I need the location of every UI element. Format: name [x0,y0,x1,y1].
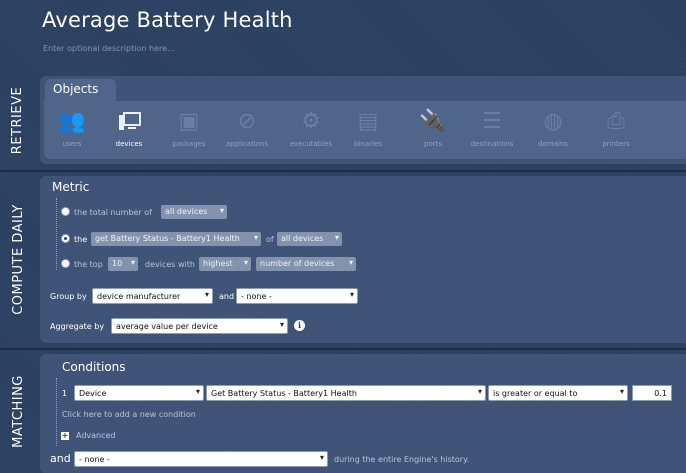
object-binaries[interactable]: ▤ binaries [341,108,395,156]
and-dropdown[interactable]: - none - [74,451,328,467]
metric-guide-line [56,198,57,270]
group-by-label: Group by [50,292,87,301]
metric-devices-with-label: devices with [145,260,195,269]
metric-top-label: the top [74,260,103,269]
group-by-dropdown[interactable]: device manufacturer [92,288,213,304]
object-label: domains [538,140,568,148]
ports-icon: 🔌 [419,109,447,134]
advanced-toggle-icon[interactable]: + [61,432,69,440]
object-applications[interactable]: ⊘ applications [220,108,274,156]
condition-value-input[interactable]: 0.1 [632,385,672,401]
section-label-retrieve: RETRIEVE [0,72,36,168]
section-label-compute: COMPUTE DAILY [0,172,36,346]
advanced-toggle-label[interactable]: Advanced [76,431,116,440]
field-scope-dropdown[interactable]: all devices [277,232,342,246]
metric-radio-total[interactable] [61,207,70,216]
object-domains[interactable]: ◍ domains [526,108,580,156]
applications-icon: ⊘ [237,109,257,134]
condition-operator-dropdown[interactable]: is greater or equal to [488,385,628,401]
metric-field-dropdown[interactable]: get Battery Status - Battery1 Health [91,232,261,246]
divider [0,348,686,350]
object-label: users [62,140,82,148]
object-label: ports [424,140,442,148]
object-label: binaries [354,140,382,148]
metric-total-label: the total number of [74,208,152,217]
printers-icon: ⎙ [607,109,625,134]
binaries-icon: ▤ [357,109,379,134]
condition-object-dropdown[interactable]: Device [74,385,204,401]
measure-dropdown[interactable]: number of devices [256,257,356,271]
object-label: destinations [470,140,514,148]
object-label: packages [172,140,206,148]
object-label: applications [225,140,269,148]
group-and-label: and [219,292,235,301]
object-label: devices [115,140,143,148]
object-executables[interactable]: ⚙ executables [284,108,338,156]
top-count-dropdown[interactable]: 10 [108,257,138,271]
order-dropdown[interactable]: highest [199,257,251,271]
users-icon: 👥 [58,109,86,134]
executables-icon: ⚙ [301,109,321,134]
devices-icon [102,108,156,136]
conditions-guide-line [56,378,57,446]
section-label-text: RETRIEVE [10,86,26,154]
destinations-icon: ☰ [482,109,502,134]
total-scope-dropdown[interactable]: all devices [161,205,227,219]
section-label-matching: MATCHING [0,350,36,473]
aggregate-dropdown[interactable]: average value per device [111,318,288,334]
object-packages[interactable]: ▣ packages [162,108,216,156]
metric-radio-field[interactable] [61,234,70,243]
object-users[interactable]: 👥 users [45,108,99,156]
group-by-second-dropdown[interactable]: - none - [236,288,358,304]
object-destinations[interactable]: ☰ destinations [465,108,519,156]
metric-radio-top[interactable] [61,259,70,268]
condition-field-dropdown[interactable]: Get Battery Status - Battery1 Health [206,385,486,401]
page-title[interactable]: Average Battery Health [42,8,293,32]
metric-title: Metric [52,180,90,194]
condition-index: 1 [62,389,68,398]
description-field[interactable]: Enter optional description here... [43,44,175,53]
section-label-text: MATCHING [10,375,26,448]
metric-field-label: the [74,235,88,244]
object-printers[interactable]: ⎙ printers [589,108,643,156]
conditions-title: Conditions [62,360,126,374]
divider [0,170,686,172]
add-condition-link[interactable]: Click here to add a new condition [62,410,196,419]
object-ports[interactable]: 🔌 ports [406,108,460,156]
metric-of-label: of [266,235,274,244]
info-icon[interactable]: i [294,320,305,331]
packages-icon: ▣ [178,109,200,134]
header: Average Battery Health Enter optional de… [0,0,686,72]
domains-icon: ◍ [543,109,563,134]
history-suffix: during the entire Engine's history. [334,455,470,464]
section-label-text: COMPUTE DAILY [10,203,26,315]
tab-objects[interactable]: Objects [45,79,116,101]
object-devices[interactable]: devices [102,108,156,156]
object-label: printers [602,140,630,148]
object-label: executables [289,140,333,148]
and-label: and [50,452,71,465]
aggregate-label: Aggregate by [50,322,105,331]
